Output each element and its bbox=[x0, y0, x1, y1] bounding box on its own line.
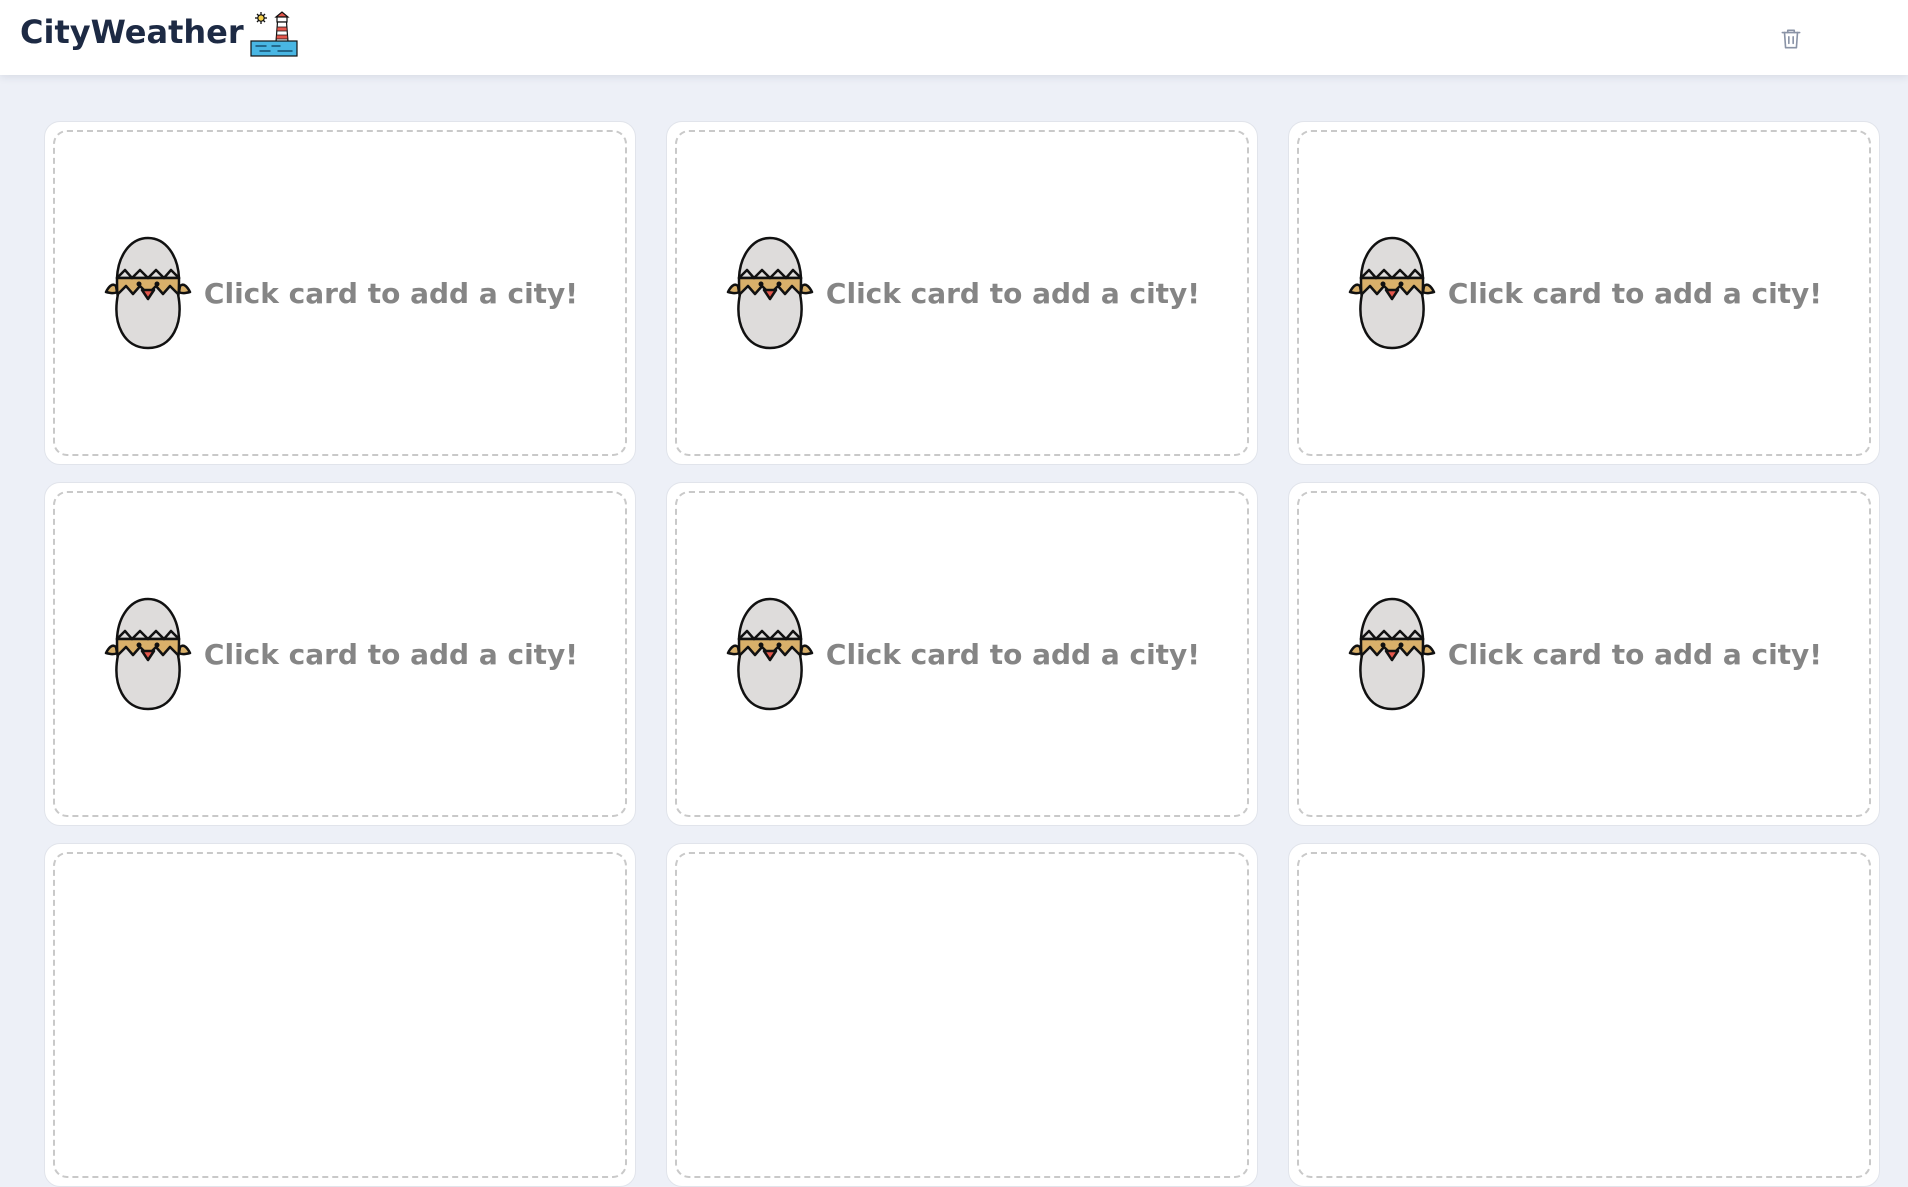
card-label: Click card to add a city! bbox=[825, 637, 1201, 671]
card-dropzone[interactable]: Click card to add a city! bbox=[1297, 491, 1871, 817]
card-dropzone[interactable]: Click card to add a city! bbox=[53, 491, 627, 817]
app-title: CityWeather bbox=[20, 13, 244, 51]
card-dropzone[interactable]: Click card to add a city! bbox=[675, 491, 1249, 817]
card-dropzone[interactable]: Click card to add a city! bbox=[53, 130, 627, 456]
city-card-9[interactable] bbox=[1288, 843, 1880, 1187]
hatching-chick-icon bbox=[104, 597, 192, 711]
hatching-chick-icon bbox=[104, 236, 192, 350]
card-dropzone[interactable] bbox=[675, 852, 1249, 1178]
card-dropzone[interactable]: Click card to add a city! bbox=[675, 130, 1249, 456]
card-dropzone[interactable] bbox=[53, 852, 627, 1178]
city-card-1[interactable]: Click card to add a city! bbox=[44, 121, 636, 465]
hatching-chick-icon bbox=[1348, 236, 1436, 350]
city-card-2[interactable]: Click card to add a city! bbox=[666, 121, 1258, 465]
city-card-3[interactable]: Click card to add a city! bbox=[1288, 121, 1880, 465]
city-card-4[interactable]: Click card to add a city! bbox=[44, 482, 636, 826]
trash-icon[interactable] bbox=[1778, 26, 1804, 52]
city-card-5[interactable]: Click card to add a city! bbox=[666, 482, 1258, 826]
city-card-7[interactable] bbox=[44, 843, 636, 1187]
hatching-chick-icon bbox=[726, 236, 814, 350]
city-card-6[interactable]: Click card to add a city! bbox=[1288, 482, 1880, 826]
card-label: Click card to add a city! bbox=[1447, 276, 1823, 310]
card-label: Click card to add a city! bbox=[825, 276, 1201, 310]
hatching-chick-icon bbox=[1348, 597, 1436, 711]
lighthouse-icon bbox=[250, 11, 298, 57]
card-label: Click card to add a city! bbox=[1447, 637, 1823, 671]
card-label: Click card to add a city! bbox=[203, 637, 579, 671]
card-dropzone[interactable] bbox=[1297, 852, 1871, 1178]
card-dropzone[interactable]: Click card to add a city! bbox=[1297, 130, 1871, 456]
app-header: CityWeather bbox=[0, 0, 1908, 75]
city-card-8[interactable] bbox=[666, 843, 1258, 1187]
hatching-chick-icon bbox=[726, 597, 814, 711]
card-label: Click card to add a city! bbox=[203, 276, 579, 310]
